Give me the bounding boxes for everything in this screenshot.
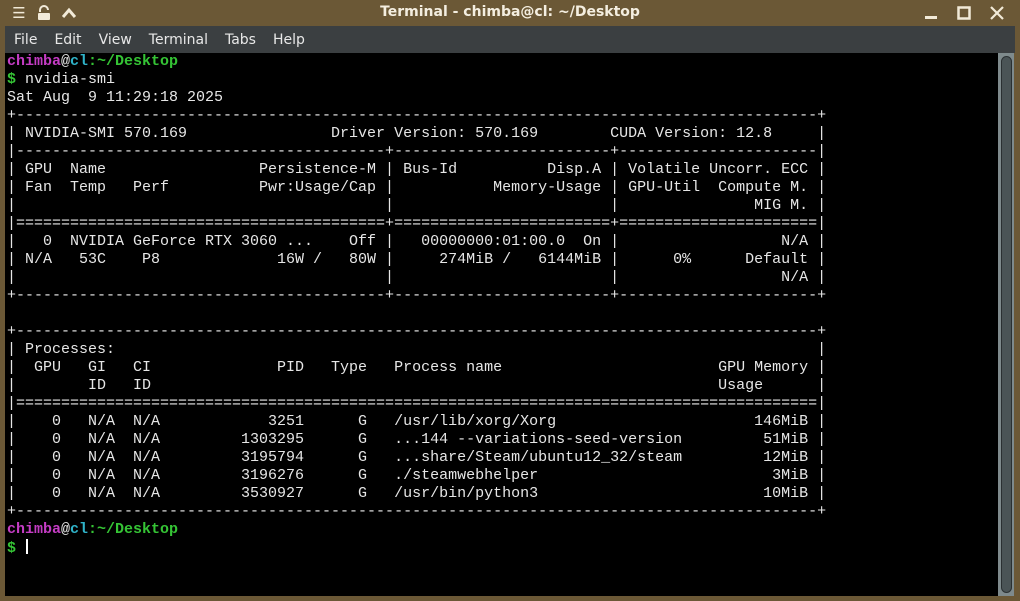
- prompt-at: @: [61, 521, 71, 538]
- output-line: | NVIDIA-SMI 570.169 Driver Version: 570…: [7, 125, 827, 142]
- output-line: +---------------------------------------…: [7, 107, 827, 124]
- prompt-host: cl: [70, 521, 89, 538]
- prompt-symbol: $: [7, 71, 17, 88]
- menu-view[interactable]: View: [90, 32, 140, 48]
- output-line: |=======================================…: [7, 215, 827, 232]
- output-line: Sat Aug 9 11:29:18 2025: [7, 89, 224, 106]
- scrollbar-thumb[interactable]: [1001, 56, 1012, 593]
- output-line: | ID ID Usage |: [7, 377, 827, 394]
- terminal-output[interactable]: chimba@cl:~/Desktop $ nvidia-smi Sat Aug 9…: [5, 53, 998, 596]
- prompt-path: :~/Desktop: [88, 53, 179, 70]
- input-line[interactable]: $: [7, 539, 826, 557]
- prompt-user: chimba: [7, 521, 62, 538]
- menu-help[interactable]: Help: [264, 32, 313, 48]
- output-line: | 0 N/A N/A 3196276 G ./steamwebhelper 3…: [7, 467, 827, 484]
- text-cursor: [26, 539, 29, 554]
- output-line: | GPU GI CI PID Type Process name GPU Me…: [7, 359, 827, 376]
- output-line: | 0 N/A N/A 3195794 G ...share/Steam/ubu…: [7, 449, 827, 466]
- output-line: | | | N/A |: [7, 269, 827, 286]
- menu-tabs[interactable]: Tabs: [216, 32, 264, 48]
- menu-terminal[interactable]: Terminal: [140, 32, 216, 48]
- output-line: |=======================================…: [7, 395, 827, 412]
- minimize-icon[interactable]: [920, 2, 942, 24]
- prompt-user: chimba: [7, 53, 62, 70]
- menu-file[interactable]: File: [5, 32, 45, 48]
- output-line: | Processes: |: [7, 341, 827, 358]
- output-line: +---------------------------------------…: [7, 503, 827, 520]
- output-line: +---------------------------------------…: [7, 323, 827, 340]
- prompt-at: @: [61, 53, 71, 70]
- output-line: | 0 N/A N/A 1303295 G ...144 --variation…: [7, 431, 827, 448]
- output-line: | | | MIG M. |: [7, 197, 827, 214]
- close-icon[interactable]: [986, 2, 1008, 24]
- scrollbar[interactable]: [998, 53, 1014, 596]
- output-line: | Fan Temp Perf Pwr:Usage/Cap | Memory-U…: [7, 179, 827, 196]
- output-line: | 0 N/A N/A 3251 G /usr/lib/xorg/Xorg 14…: [7, 413, 827, 430]
- output-line: | GPU Name Persistence-M | Bus-Id Disp.A…: [7, 161, 827, 178]
- menu-edit[interactable]: Edit: [45, 32, 89, 48]
- prompt-line: chimba@cl:~/Desktop: [7, 521, 826, 539]
- window-title: Terminal - chimba@cl: ~/Desktop: [380, 4, 640, 20]
- output-line: | N/A 53C P8 16W / 80W | 274MiB / 6144Mi…: [7, 251, 827, 268]
- command-line: $ nvidia-smi: [7, 71, 826, 89]
- output-line: |---------------------------------------…: [7, 143, 827, 160]
- command-text: nvidia-smi: [16, 71, 116, 88]
- command-output: Sat Aug 9 11:29:18 2025 +----------------…: [7, 89, 826, 521]
- prompt-symbol: $: [7, 540, 17, 557]
- maximize-icon[interactable]: [953, 2, 975, 24]
- menu-bar: File Edit View Terminal Tabs Help: [5, 26, 1015, 53]
- output-line: +---------------------------------------…: [7, 287, 827, 304]
- prompt-line: chimba@cl:~/Desktop: [7, 53, 826, 71]
- title-bar: ☰ Terminal - chimba@cl: ~/Desktop: [0, 0, 1020, 26]
- output-line: | 0 NVIDIA GeForce RTX 3060 ... Off | 00…: [7, 233, 827, 250]
- prompt-path: :~/Desktop: [88, 521, 179, 538]
- prompt-host: cl: [70, 53, 89, 70]
- output-line: | 0 N/A N/A 3530927 G /usr/bin/python3 1…: [7, 485, 827, 502]
